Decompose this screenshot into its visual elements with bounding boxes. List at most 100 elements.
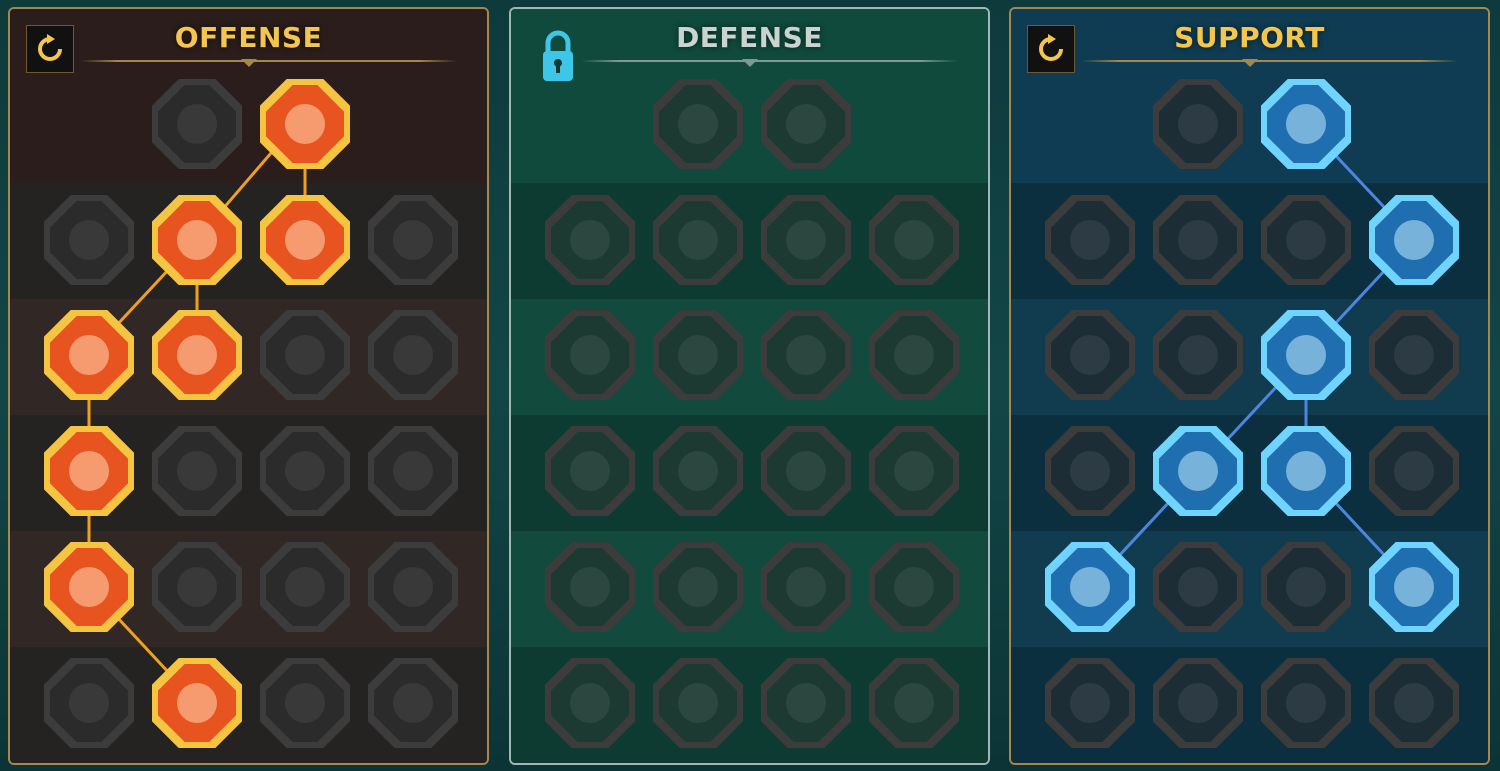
offense-skill-node[interactable] [259, 78, 351, 170]
defense-skill-node[interactable] [868, 425, 960, 517]
support-skill-node[interactable] [1044, 657, 1136, 749]
support-skill-node[interactable] [1368, 541, 1460, 633]
offense-skill-node[interactable] [151, 194, 243, 286]
skill-icon [44, 426, 134, 516]
support-skill-node[interactable] [1260, 194, 1352, 286]
skill-icon [761, 542, 851, 632]
skill-icon [152, 542, 242, 632]
support-skill-node[interactable] [1260, 309, 1352, 401]
skill-icon [1261, 426, 1351, 516]
offense-skill-node[interactable] [259, 541, 351, 633]
skill-icon [869, 542, 959, 632]
support-skill-node[interactable] [1260, 657, 1352, 749]
support-skill-node[interactable] [1368, 309, 1460, 401]
support-skill-node[interactable] [1152, 657, 1244, 749]
defense-title: DEFENSE [676, 21, 823, 54]
defense-skill-node[interactable] [544, 194, 636, 286]
defense-skill-node[interactable] [544, 309, 636, 401]
offense-panel: OFFENSE [8, 7, 489, 765]
defense-skill-node[interactable] [868, 194, 960, 286]
skill-icon [260, 658, 350, 748]
offense-skill-node[interactable] [259, 657, 351, 749]
support-skill-node[interactable] [1152, 309, 1244, 401]
skill-icon [1369, 310, 1459, 400]
skill-icon [368, 426, 458, 516]
support-skill-node[interactable] [1044, 309, 1136, 401]
offense-skill-node[interactable] [367, 309, 459, 401]
skill-icon [545, 195, 635, 285]
offense-skill-node[interactable] [43, 657, 135, 749]
offense-skill-node[interactable] [259, 194, 351, 286]
support-panel: SUPPORT [1009, 7, 1490, 765]
defense-skill-node[interactable] [652, 657, 744, 749]
skill-icon [653, 195, 743, 285]
defense-skill-node[interactable] [652, 194, 744, 286]
skill-icon [1153, 310, 1243, 400]
skill-icon [653, 658, 743, 748]
defense-skill-node[interactable] [652, 78, 744, 170]
support-skill-node[interactable] [1044, 541, 1136, 633]
skill-icon [152, 658, 242, 748]
support-skill-node[interactable] [1260, 541, 1352, 633]
support-skill-node[interactable] [1152, 194, 1244, 286]
defense-skill-node[interactable] [868, 541, 960, 633]
skill-icon [152, 426, 242, 516]
skill-icon [869, 195, 959, 285]
support-skill-node[interactable] [1368, 425, 1460, 517]
skill-icon [260, 426, 350, 516]
skill-icon [1153, 79, 1243, 169]
defense-skill-node[interactable] [544, 425, 636, 517]
defense-skill-node[interactable] [868, 309, 960, 401]
defense-skill-node[interactable] [544, 657, 636, 749]
support-skill-node[interactable] [1260, 78, 1352, 170]
defense-skill-node[interactable] [760, 425, 852, 517]
offense-skill-node[interactable] [43, 425, 135, 517]
support-skill-node[interactable] [1152, 78, 1244, 170]
skill-icon [653, 542, 743, 632]
skill-icon [260, 542, 350, 632]
defense-skill-node[interactable] [760, 541, 852, 633]
skill-icon [152, 310, 242, 400]
defense-skill-node[interactable] [760, 194, 852, 286]
support-skill-node[interactable] [1044, 425, 1136, 517]
offense-skill-node[interactable] [151, 425, 243, 517]
skill-icon [653, 79, 743, 169]
defense-skill-node[interactable] [760, 78, 852, 170]
skill-icon [368, 542, 458, 632]
defense-skill-node[interactable] [652, 309, 744, 401]
offense-skill-node[interactable] [43, 194, 135, 286]
support-skill-node[interactable] [1152, 541, 1244, 633]
defense-skill-node[interactable] [868, 657, 960, 749]
offense-skill-node[interactable] [151, 657, 243, 749]
offense-skill-node[interactable] [367, 194, 459, 286]
defense-skill-node[interactable] [652, 425, 744, 517]
support-skill-node[interactable] [1152, 425, 1244, 517]
offense-skill-node[interactable] [259, 309, 351, 401]
offense-skill-node[interactable] [367, 425, 459, 517]
support-skill-node[interactable] [1260, 425, 1352, 517]
offense-skill-node[interactable] [43, 541, 135, 633]
offense-skill-node[interactable] [259, 425, 351, 517]
support-skill-node[interactable] [1044, 194, 1136, 286]
skill-icon [869, 658, 959, 748]
support-skill-node[interactable] [1368, 194, 1460, 286]
offense-skill-node[interactable] [43, 309, 135, 401]
skill-icon [761, 658, 851, 748]
defense-skill-node[interactable] [760, 657, 852, 749]
skill-icon [1261, 542, 1351, 632]
defense-skill-node[interactable] [652, 541, 744, 633]
skill-icon [260, 79, 350, 169]
skill-icon [44, 542, 134, 632]
support-skill-node[interactable] [1368, 657, 1460, 749]
offense-skill-node[interactable] [367, 657, 459, 749]
skill-icon [1369, 426, 1459, 516]
offense-skill-node[interactable] [151, 309, 243, 401]
skill-icon [44, 195, 134, 285]
offense-skill-node[interactable] [367, 541, 459, 633]
defense-skill-node[interactable] [544, 541, 636, 633]
defense-skill-node[interactable] [760, 309, 852, 401]
offense-skill-node[interactable] [151, 78, 243, 170]
skill-icon [761, 426, 851, 516]
skill-icon [545, 426, 635, 516]
offense-skill-node[interactable] [151, 541, 243, 633]
